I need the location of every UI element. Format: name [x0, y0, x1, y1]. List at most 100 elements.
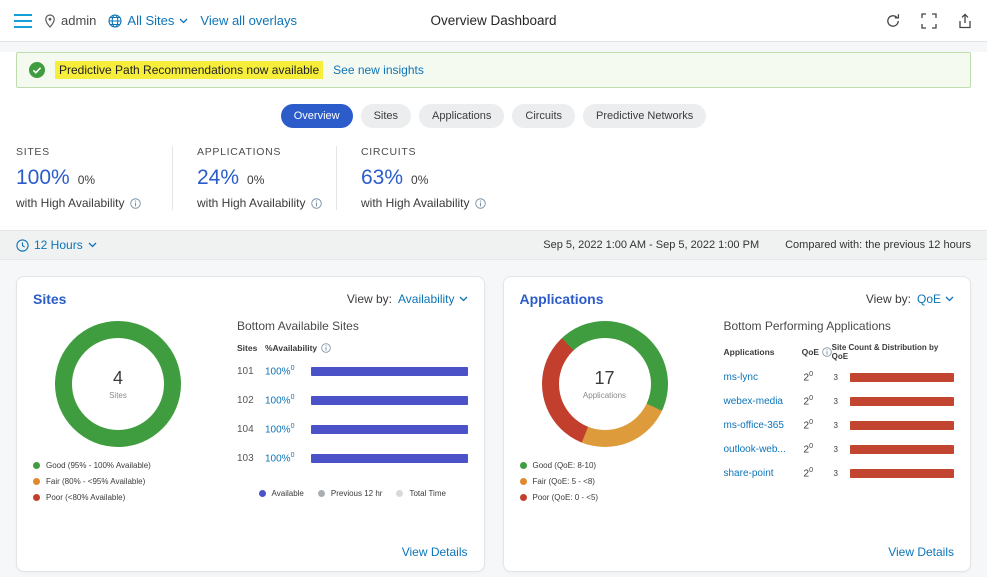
tab-applications[interactable]: Applications	[419, 104, 504, 128]
table-row[interactable]: ms-office-365 20 3	[724, 413, 955, 437]
table-row[interactable]: 102 100%0	[237, 386, 468, 415]
menu-icon[interactable]	[14, 14, 32, 28]
app-name-link[interactable]: ms-office-365	[724, 420, 804, 431]
previous-dot-icon	[318, 490, 325, 497]
poor-dot-icon	[33, 494, 40, 501]
qoe-sup: 0	[809, 443, 813, 450]
view-by-value: QoE	[917, 292, 941, 306]
qoe-sup: 0	[809, 419, 813, 426]
applications-card: Applications View by: QoE 17 Application…	[503, 276, 972, 572]
table-row[interactable]: share-point 20 3	[724, 461, 955, 485]
info-icon[interactable]	[321, 343, 331, 353]
app-name-link[interactable]: share-point	[724, 468, 804, 479]
col-qoe: QoE	[802, 347, 819, 357]
availability-bar	[311, 367, 468, 376]
sites-donut-value: 4	[113, 368, 123, 389]
col-site-count-distribution: Site Count & Distribution by QoE	[832, 343, 954, 361]
table-row[interactable]: 104 100%0	[237, 415, 468, 444]
good-dot-icon	[520, 462, 527, 469]
legend-label: Good (QoE: 8-10)	[533, 461, 597, 470]
info-icon[interactable]	[311, 198, 322, 209]
export-icon[interactable]	[957, 13, 973, 29]
availability-sup: 0	[291, 394, 295, 401]
availability-sup: 0	[291, 452, 295, 459]
view-by-value: Availability	[398, 292, 454, 306]
notification-banner: Predictive Path Recommendations now avai…	[16, 52, 971, 88]
sites-view-details-link[interactable]: View Details	[402, 545, 468, 559]
site-id: 102	[237, 395, 265, 406]
see-new-insights-link[interactable]: See new insights	[333, 63, 424, 77]
stat-circuits: CIRCUITS 63% 0% with High Availability	[336, 146, 500, 210]
site-count: 3	[834, 421, 850, 430]
sites-card-title: Sites	[33, 291, 66, 307]
tab-sites[interactable]: Sites	[361, 104, 411, 128]
availability-bar	[311, 425, 468, 434]
qoe-distribution-bar	[850, 397, 955, 406]
time-range-selector[interactable]: 12 Hours	[16, 238, 97, 252]
stat-caption: with High Availability	[16, 196, 125, 210]
availability-value: 100%	[265, 454, 291, 465]
legend-label: Total Time	[409, 489, 445, 498]
clock-icon	[16, 239, 29, 252]
info-icon[interactable]	[475, 198, 486, 209]
available-dot-icon	[259, 490, 266, 497]
fullscreen-icon[interactable]	[921, 13, 937, 29]
chevron-down-icon	[88, 242, 97, 248]
app-name-link[interactable]: webex-media	[724, 396, 804, 407]
table-row[interactable]: webex-media 20 3	[724, 389, 955, 413]
user-indicator[interactable]: admin	[44, 13, 96, 28]
legend-available: Available	[259, 489, 304, 498]
site-count: 3	[834, 445, 850, 454]
user-name: admin	[61, 13, 96, 28]
view-all-overlays-link[interactable]: View all overlays	[200, 13, 297, 28]
poor-dot-icon	[520, 494, 527, 501]
site-selector[interactable]: All Sites	[108, 13, 188, 28]
top-navigation-bar: admin All Sites View all overlays Overvi…	[0, 0, 987, 42]
legend-label: Poor (<80% Available)	[46, 493, 125, 502]
legend-fair: Fair (QoE: 5 - <8)	[520, 477, 708, 486]
app-name-link[interactable]: ms-lync	[724, 372, 804, 383]
view-by-qoe-dropdown[interactable]: QoE	[917, 292, 954, 306]
table-row[interactable]: ms-lync 20 3	[724, 365, 955, 389]
legend-label: Fair (QoE: 5 - <8)	[533, 477, 595, 486]
qoe-sup: 0	[809, 467, 813, 474]
legend-previous: Previous 12 hr	[318, 489, 383, 498]
view-by-availability-dropdown[interactable]: Availability	[398, 292, 467, 306]
qoe-distribution-bar	[850, 373, 955, 382]
stat-delta: 0%	[247, 173, 264, 187]
site-count: 3	[834, 373, 850, 382]
legend-label: Available	[272, 489, 304, 498]
table-row[interactable]: outlook-web... 20 3	[724, 437, 955, 461]
stat-value: 100%	[16, 166, 70, 190]
stat-sites: SITES 100% 0% with High Availability	[16, 146, 172, 210]
legend-poor: Poor (QoE: 0 - <5)	[520, 493, 708, 502]
applications-donut-chart[interactable]: 17 Applications	[542, 321, 668, 447]
table-row[interactable]: 101 100%0	[237, 357, 468, 386]
site-id: 103	[237, 453, 265, 464]
check-circle-icon	[29, 62, 45, 78]
info-icon[interactable]	[130, 198, 141, 209]
sites-donut-chart[interactable]: 4 Sites	[55, 321, 181, 447]
good-dot-icon	[33, 462, 40, 469]
availability-bar	[311, 454, 468, 463]
site-id: 104	[237, 424, 265, 435]
app-name-link[interactable]: outlook-web...	[724, 444, 804, 455]
chevron-down-icon	[179, 18, 188, 24]
bottom-apps-title: Bottom Performing Applications	[724, 319, 955, 333]
stat-caption: with High Availability	[197, 196, 306, 210]
refresh-icon[interactable]	[885, 13, 901, 29]
stat-label: CIRCUITS	[361, 146, 500, 158]
info-icon[interactable]	[822, 347, 832, 357]
tab-overview[interactable]: Overview	[281, 104, 353, 128]
date-range-text: Sep 5, 2022 1:00 AM - Sep 5, 2022 1:00 P…	[543, 239, 759, 251]
chevron-down-icon	[459, 296, 468, 302]
stat-value: 63%	[361, 166, 403, 190]
tab-predictive-networks[interactable]: Predictive Networks	[583, 104, 706, 128]
col-availability: %Availability	[265, 343, 317, 353]
col-applications: Applications	[724, 347, 802, 357]
availability-value: 100%	[265, 425, 291, 436]
applications-view-details-link[interactable]: View Details	[888, 545, 954, 559]
tab-circuits[interactable]: Circuits	[512, 104, 575, 128]
qoe-distribution-bar	[850, 469, 955, 478]
table-row[interactable]: 103 100%0	[237, 444, 468, 473]
